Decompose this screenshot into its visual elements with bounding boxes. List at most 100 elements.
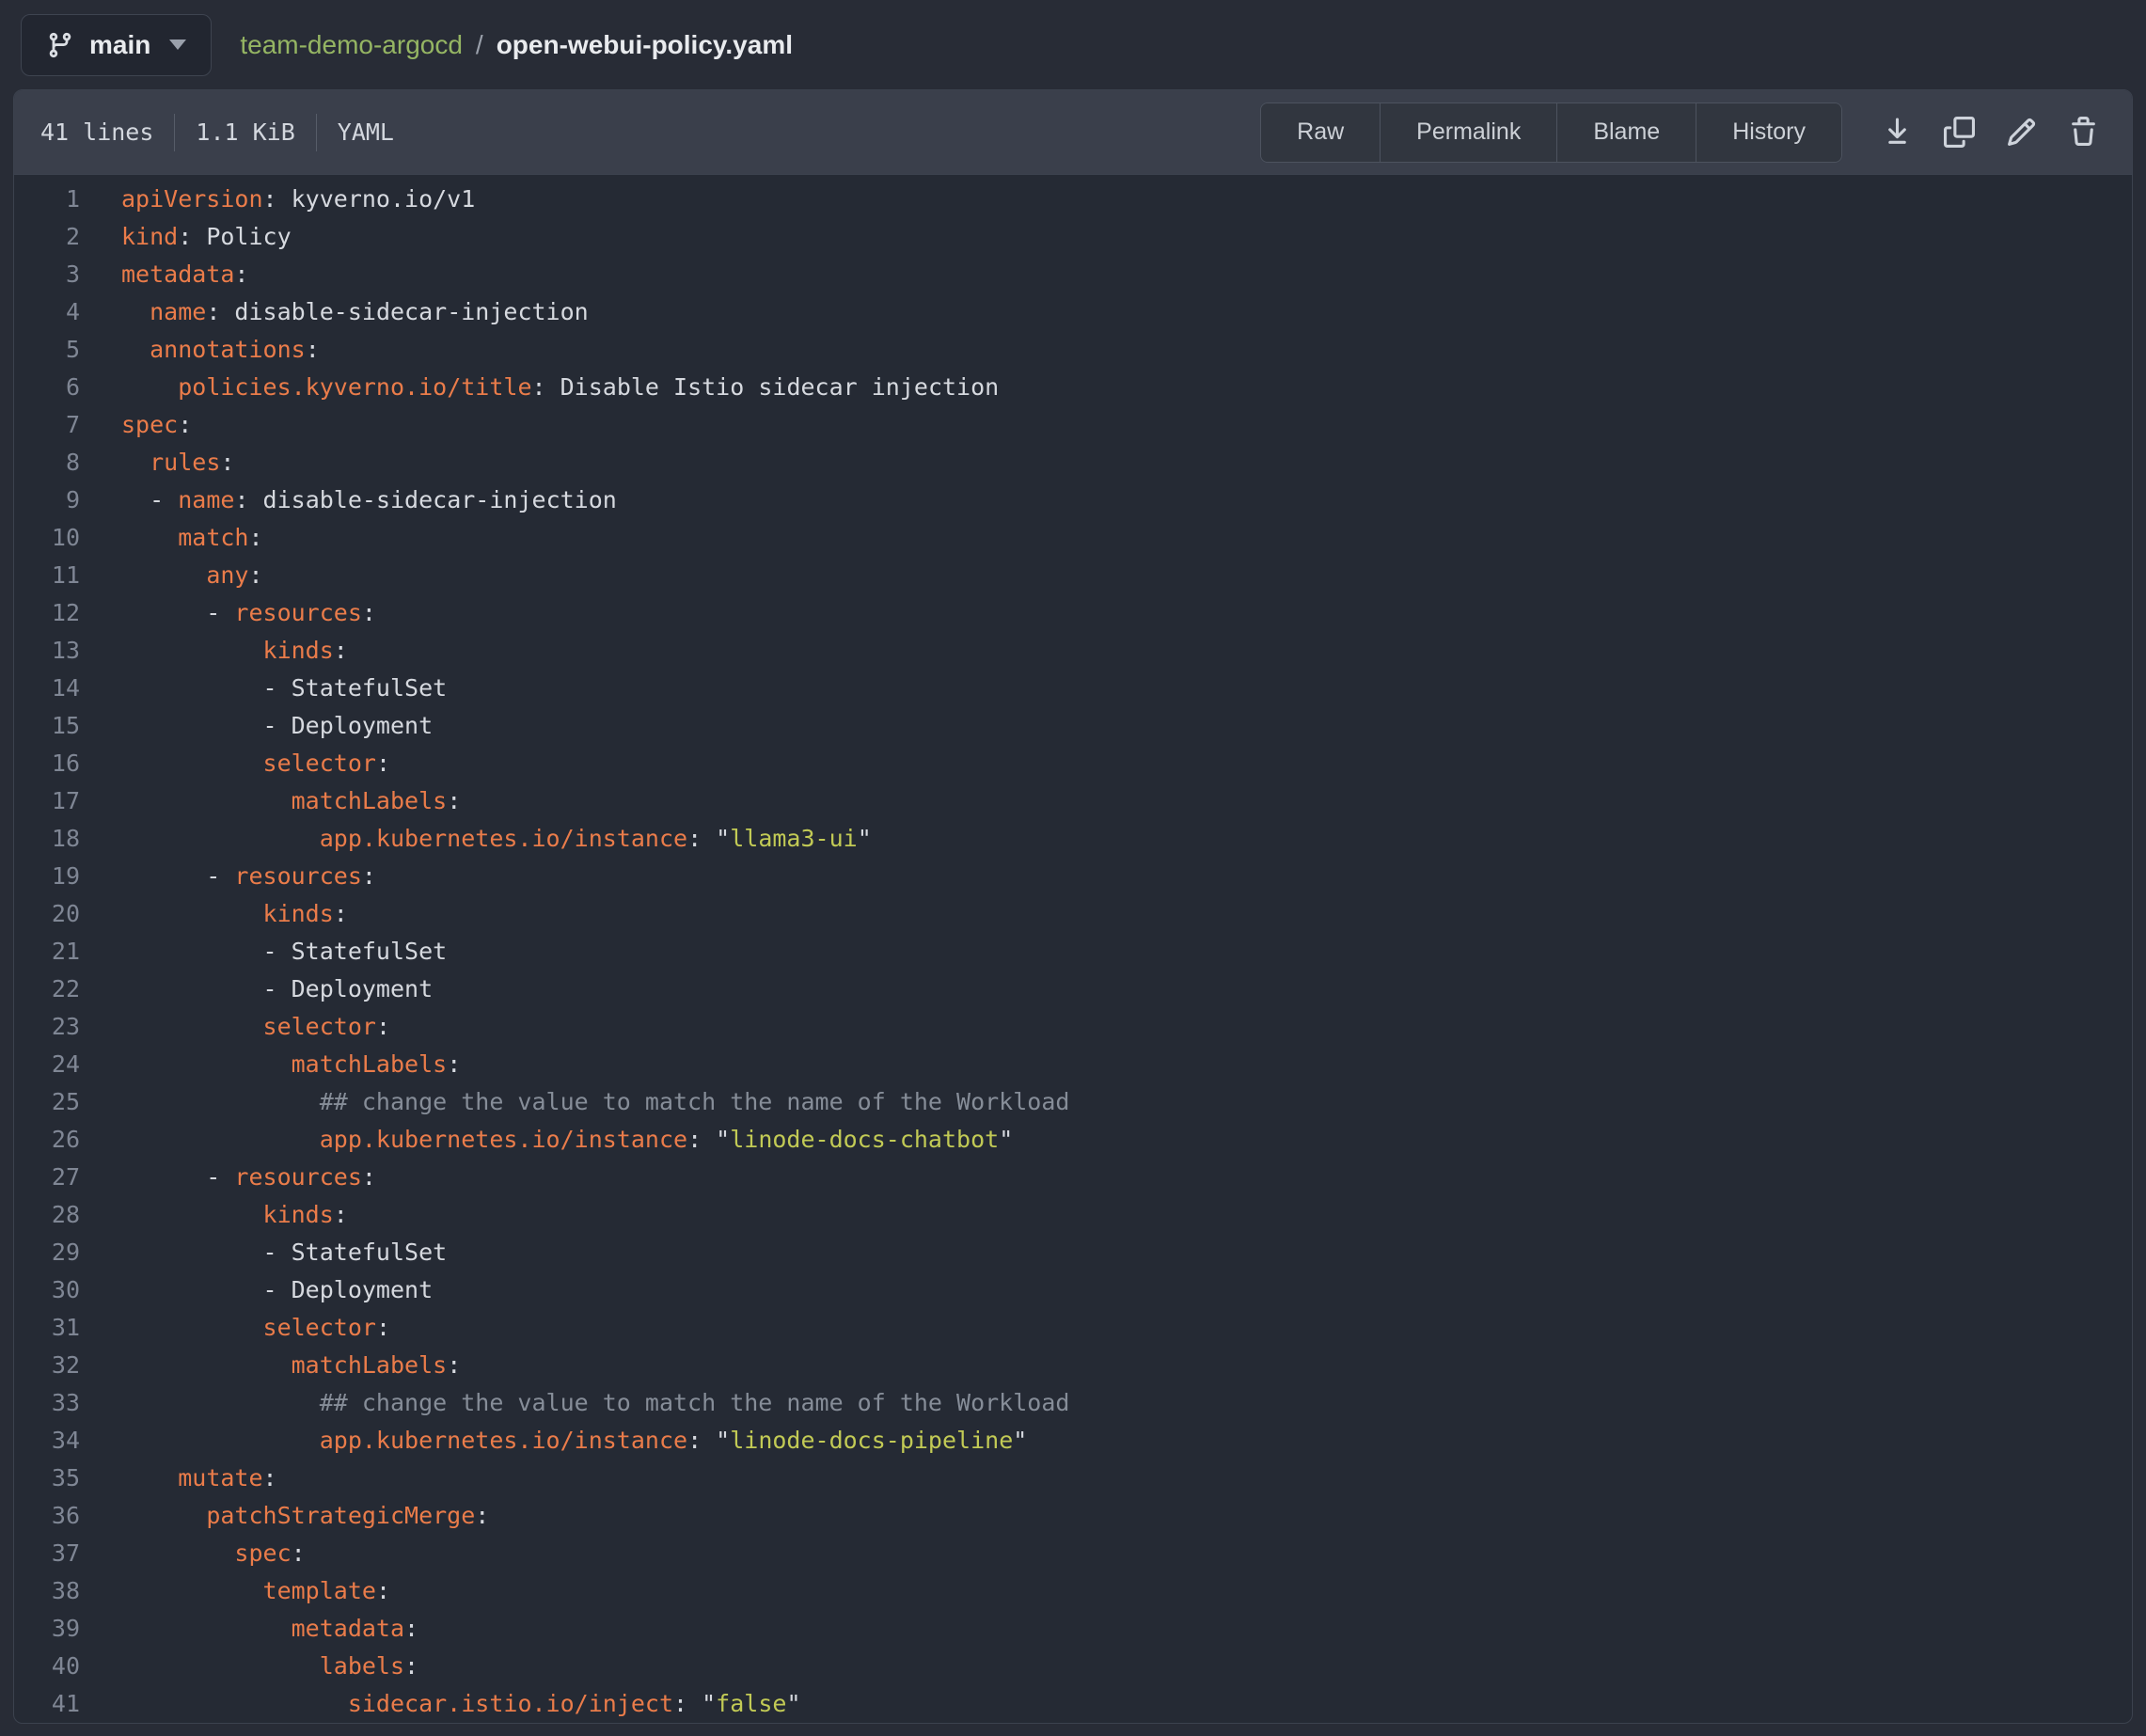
permalink-button[interactable]: Permalink bbox=[1380, 103, 1556, 162]
line-content: kinds: bbox=[80, 1196, 348, 1234]
raw-button[interactable]: Raw bbox=[1261, 103, 1380, 162]
line-content: metadata: bbox=[80, 256, 248, 293]
line-number[interactable]: 12 bbox=[14, 594, 80, 632]
line-content: kinds: bbox=[80, 895, 348, 933]
line-number[interactable]: 17 bbox=[14, 782, 80, 820]
code-line: 21 - StatefulSet bbox=[14, 933, 2132, 971]
blame-button[interactable]: Blame bbox=[1556, 103, 1696, 162]
line-number[interactable]: 3 bbox=[14, 256, 80, 293]
line-number[interactable]: 37 bbox=[14, 1535, 80, 1572]
line-number[interactable]: 28 bbox=[14, 1196, 80, 1234]
copy-button[interactable] bbox=[1936, 110, 1981, 155]
line-number[interactable]: 7 bbox=[14, 406, 80, 444]
code-line: 40 labels: bbox=[14, 1648, 2132, 1685]
line-content: - Deployment bbox=[80, 707, 433, 745]
code-line: 5 annotations: bbox=[14, 331, 2132, 369]
code-line: 23 selector: bbox=[14, 1008, 2132, 1046]
code-line: 39 metadata: bbox=[14, 1610, 2132, 1648]
line-number[interactable]: 39 bbox=[14, 1610, 80, 1648]
line-number[interactable]: 9 bbox=[14, 481, 80, 519]
line-content: app.kubernetes.io/instance: "linode-docs… bbox=[80, 1121, 1013, 1159]
line-content: matchLabels: bbox=[80, 1046, 461, 1083]
line-number[interactable]: 13 bbox=[14, 632, 80, 670]
code-line: 27 - resources: bbox=[14, 1159, 2132, 1196]
line-number[interactable]: 21 bbox=[14, 933, 80, 971]
line-number[interactable]: 40 bbox=[14, 1648, 80, 1685]
file-action-group: RawPermalinkBlameHistory bbox=[1260, 103, 1842, 163]
line-number[interactable]: 34 bbox=[14, 1422, 80, 1460]
top-bar: main team-demo-argocd / open-webui-polic… bbox=[0, 0, 2146, 89]
meta-divider bbox=[316, 114, 317, 151]
code-line: 11 any: bbox=[14, 557, 2132, 594]
download-button[interactable] bbox=[1874, 110, 1919, 155]
delete-icon bbox=[2068, 117, 2099, 148]
line-number[interactable]: 4 bbox=[14, 293, 80, 331]
code-line: 37 spec: bbox=[14, 1535, 2132, 1572]
code-line: 20 kinds: bbox=[14, 895, 2132, 933]
line-number[interactable]: 26 bbox=[14, 1121, 80, 1159]
code-line: 26 app.kubernetes.io/instance: "linode-d… bbox=[14, 1121, 2132, 1159]
file-header: 41 lines 1.1 KiB YAML RawPermalinkBlameH… bbox=[14, 90, 2132, 175]
history-button[interactable]: History bbox=[1696, 103, 1841, 162]
line-content: sidecar.istio.io/inject: "false" bbox=[80, 1685, 801, 1723]
line-content: kind: Policy bbox=[80, 218, 292, 256]
code-line: 25 ## change the value to match the name… bbox=[14, 1083, 2132, 1121]
line-number[interactable]: 31 bbox=[14, 1309, 80, 1347]
line-content: rules: bbox=[80, 444, 234, 481]
line-number[interactable]: 30 bbox=[14, 1271, 80, 1309]
code-line: 29 - StatefulSet bbox=[14, 1234, 2132, 1271]
file-lines-count: 41 lines bbox=[40, 118, 153, 146]
code-line: 7spec: bbox=[14, 406, 2132, 444]
code-line: 36 patchStrategicMerge: bbox=[14, 1497, 2132, 1535]
line-number[interactable]: 22 bbox=[14, 971, 80, 1008]
code-line: 16 selector: bbox=[14, 745, 2132, 782]
line-number[interactable]: 1 bbox=[14, 181, 80, 218]
line-content: selector: bbox=[80, 1309, 390, 1347]
code-line: 38 template: bbox=[14, 1572, 2132, 1610]
line-number[interactable]: 5 bbox=[14, 331, 80, 369]
line-number[interactable]: 29 bbox=[14, 1234, 80, 1271]
line-number[interactable]: 11 bbox=[14, 557, 80, 594]
code-line: 2kind: Policy bbox=[14, 218, 2132, 256]
line-number[interactable]: 41 bbox=[14, 1685, 80, 1723]
line-number[interactable]: 36 bbox=[14, 1497, 80, 1535]
line-number[interactable]: 10 bbox=[14, 519, 80, 557]
chevron-down-icon bbox=[169, 39, 186, 50]
breadcrumb: team-demo-argocd / open-webui-policy.yam… bbox=[240, 30, 793, 60]
line-number[interactable]: 32 bbox=[14, 1347, 80, 1384]
code-line: 31 selector: bbox=[14, 1309, 2132, 1347]
line-number[interactable]: 35 bbox=[14, 1460, 80, 1497]
code-line: 6 policies.kyverno.io/title: Disable Ist… bbox=[14, 369, 2132, 406]
line-number[interactable]: 8 bbox=[14, 444, 80, 481]
breadcrumb-directory-link[interactable]: team-demo-argocd bbox=[240, 30, 463, 60]
code-line: 18 app.kubernetes.io/instance: "llama3-u… bbox=[14, 820, 2132, 858]
line-content: labels: bbox=[80, 1648, 418, 1685]
line-number[interactable]: 33 bbox=[14, 1384, 80, 1422]
code-line: 22 - Deployment bbox=[14, 971, 2132, 1008]
edit-icon bbox=[2006, 117, 2037, 148]
line-number[interactable]: 24 bbox=[14, 1046, 80, 1083]
line-content: selector: bbox=[80, 1008, 390, 1046]
line-content: policies.kyverno.io/title: Disable Istio… bbox=[80, 369, 999, 406]
delete-button[interactable] bbox=[2060, 110, 2106, 155]
line-content: - StatefulSet bbox=[80, 1234, 447, 1271]
line-number[interactable]: 19 bbox=[14, 858, 80, 895]
line-number[interactable]: 20 bbox=[14, 895, 80, 933]
line-number[interactable]: 6 bbox=[14, 369, 80, 406]
line-number[interactable]: 23 bbox=[14, 1008, 80, 1046]
line-number[interactable]: 15 bbox=[14, 707, 80, 745]
line-number[interactable]: 14 bbox=[14, 670, 80, 707]
code-line: 10 match: bbox=[14, 519, 2132, 557]
line-number[interactable]: 16 bbox=[14, 745, 80, 782]
line-content: ## change the value to match the name of… bbox=[80, 1384, 1069, 1422]
line-number[interactable]: 25 bbox=[14, 1083, 80, 1121]
edit-button[interactable] bbox=[1998, 110, 2043, 155]
line-number[interactable]: 27 bbox=[14, 1159, 80, 1196]
line-number[interactable]: 18 bbox=[14, 820, 80, 858]
branch-selector-button[interactable]: main bbox=[21, 14, 212, 76]
line-number[interactable]: 2 bbox=[14, 218, 80, 256]
branch-name: main bbox=[89, 30, 150, 60]
line-content: template: bbox=[80, 1572, 390, 1610]
line-number[interactable]: 38 bbox=[14, 1572, 80, 1610]
code-line: 19 - resources: bbox=[14, 858, 2132, 895]
